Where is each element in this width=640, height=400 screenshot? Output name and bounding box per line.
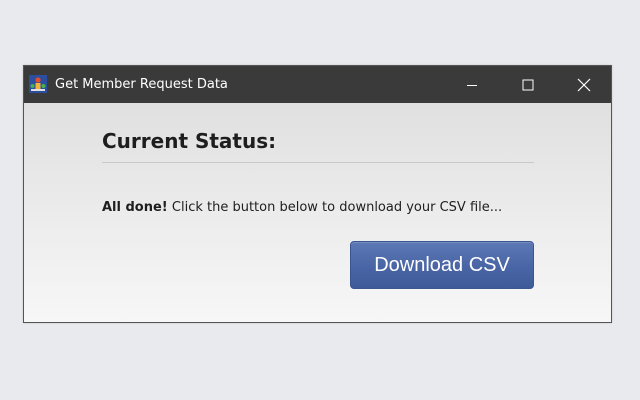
title-bar[interactable]: Get Member Request Data xyxy=(24,66,611,103)
status-heading: Current Status: xyxy=(102,129,277,153)
maximize-icon xyxy=(522,79,534,91)
status-text: Click the button below to download your … xyxy=(171,200,503,215)
maximize-button[interactable] xyxy=(505,66,551,103)
close-icon xyxy=(577,78,591,92)
window-title: Get Member Request Data xyxy=(55,77,228,92)
status-bold-text: All done! xyxy=(102,200,168,215)
download-csv-button[interactable]: Download CSV xyxy=(350,241,534,289)
minimize-button[interactable] xyxy=(449,66,495,103)
app-icon xyxy=(29,75,47,93)
close-button[interactable] xyxy=(561,66,607,103)
app-window: Get Member Request Data Current Status: … xyxy=(23,65,612,323)
minimize-icon xyxy=(466,79,478,91)
heading-divider xyxy=(102,162,534,163)
status-message: All done! Click the button below to down… xyxy=(102,199,502,216)
